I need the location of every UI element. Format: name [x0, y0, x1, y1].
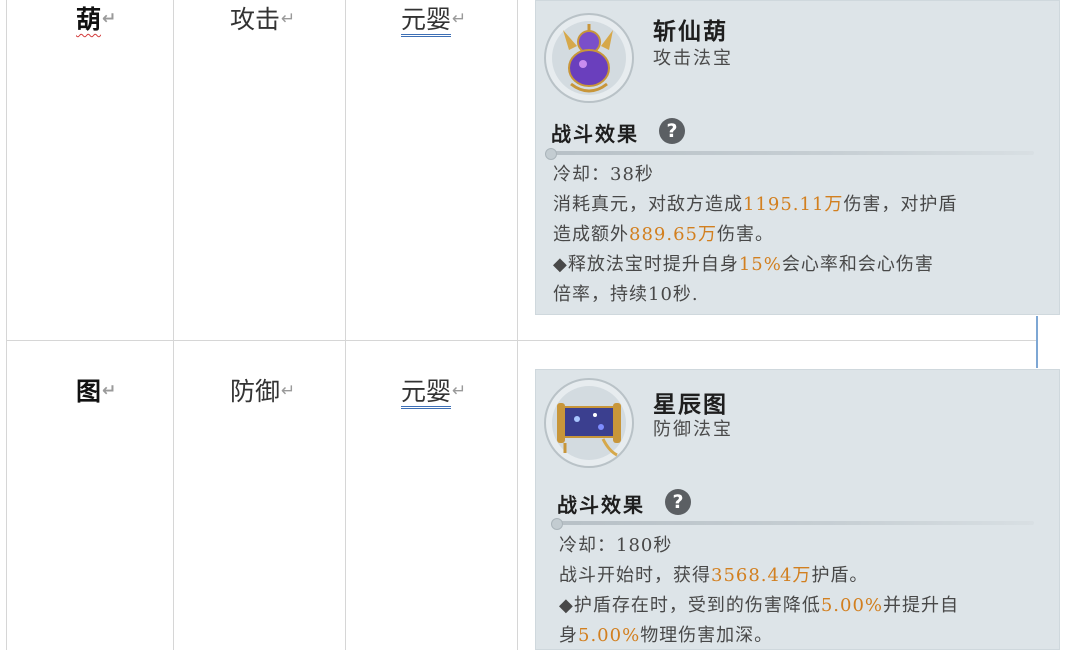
effect-line: 冷却：38秒: [553, 164, 654, 185]
divider: [551, 518, 1034, 530]
effect-line: 消耗真元，对敌方造成1195.11万伤害，对护盾: [553, 194, 958, 215]
gourd-treasure-icon: [544, 13, 634, 103]
cell-item-realm: 元婴↵: [401, 0, 467, 37]
combat-effect-title: 战斗效果: [557, 493, 645, 517]
help-icon[interactable]: ?: [665, 489, 691, 515]
cell-item-realm: 元婴↵: [401, 372, 467, 409]
table-border-col2: [173, 0, 174, 650]
effect-line: ◆释放法宝时提升自身15%会心率和会心伤害: [553, 254, 934, 275]
table-border-left: [6, 0, 7, 650]
treasure-card: 星辰图 防御法宝 战斗效果 ? 冷却：180秒 战斗开始时，获得3568.44万…: [535, 369, 1060, 650]
paragraph-mark-icon: ↵: [281, 9, 296, 29]
star-scroll-treasure-icon: [544, 378, 634, 468]
treasure-card: 斩仙葫 攻击法宝 战斗效果 ? 冷却：38秒 消耗真元，对敌方造成1195.11…: [535, 0, 1060, 315]
cell-item-kind: 防御↵: [230, 377, 296, 406]
cell-item-kind: 攻击↵: [230, 5, 296, 34]
paragraph-mark-icon: ↵: [281, 381, 296, 401]
item-type: 防御法宝: [653, 419, 733, 440]
item-name: 斩仙葫: [653, 18, 728, 45]
effect-line: 造成额外889.65万伤害。: [553, 224, 774, 245]
effect-description: 冷却：180秒 战斗开始时，获得3568.44万护盾。 ◆护盾存在时，受到的伤害…: [559, 531, 1049, 651]
item-type: 攻击法宝: [653, 48, 733, 69]
paragraph-mark-icon: ↵: [102, 381, 117, 401]
effect-line: 冷却：180秒: [559, 535, 673, 556]
paragraph-mark-icon: ↵: [452, 9, 467, 29]
effect-line: 身5.00%物理伤害加深。: [559, 625, 774, 646]
paragraph-mark-icon: ↵: [102, 9, 117, 29]
cell-item-name: 葫↵: [76, 5, 117, 34]
cell-item-name: 图↵: [76, 377, 117, 406]
help-icon[interactable]: ?: [659, 118, 685, 144]
table-border-right-segment: [1036, 316, 1038, 368]
effect-description: 冷却：38秒 消耗真元，对敌方造成1195.11万伤害，对护盾 造成额外889.…: [553, 160, 1043, 310]
table-row-divider: [6, 340, 1036, 341]
table-border-col3: [345, 0, 346, 650]
divider: [545, 148, 1034, 160]
paragraph-mark-icon: ↵: [452, 381, 467, 401]
table-border-col4: [517, 0, 518, 650]
effect-line: ◆护盾存在时，受到的伤害降低5.00%并提升自: [559, 595, 960, 616]
effect-line: 倍率，持续10秒.: [553, 284, 699, 305]
combat-effect-title: 战斗效果: [551, 122, 639, 146]
item-name: 星辰图: [653, 391, 728, 418]
effect-line: 战斗开始时，获得3568.44万护盾。: [559, 565, 869, 586]
